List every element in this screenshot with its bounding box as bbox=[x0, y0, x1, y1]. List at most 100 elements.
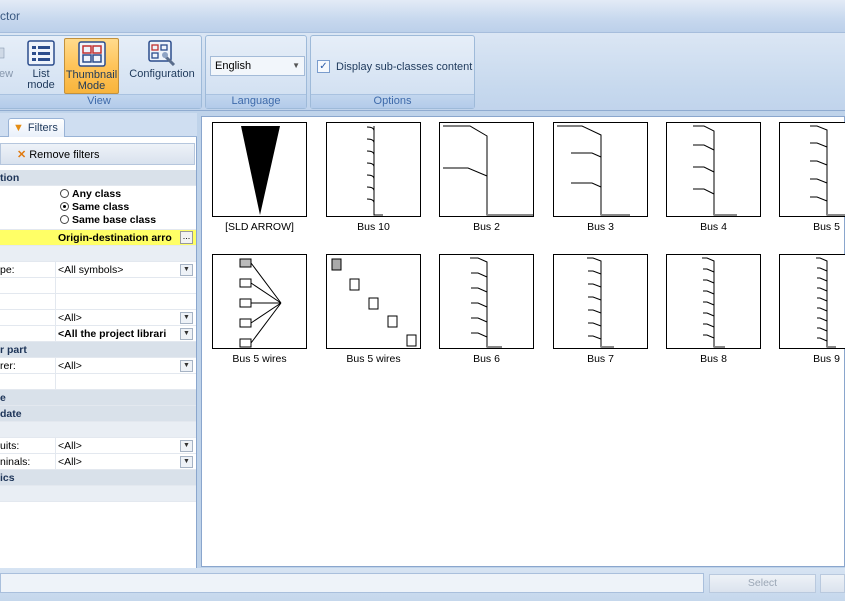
symbol-preview bbox=[212, 122, 307, 217]
blank-row bbox=[0, 486, 196, 502]
language-select[interactable]: English ▼ bbox=[210, 56, 305, 76]
radio-any-class[interactable]: Any class bbox=[0, 188, 196, 201]
thumbnail-item[interactable]: Bus 5 wires bbox=[326, 254, 421, 365]
view-group-label: View bbox=[0, 94, 201, 108]
cancel-button-partial[interactable] bbox=[820, 574, 845, 593]
class-radio-group: Any class Same class Same base class bbox=[0, 186, 196, 230]
symbol-preview bbox=[553, 122, 648, 217]
thumbnail-item[interactable]: Bus 2 bbox=[439, 122, 534, 233]
partial-view-button[interactable]: ew bbox=[0, 38, 15, 94]
thumbnail-label: Bus 8 bbox=[700, 353, 727, 365]
display-subclasses-label: Display sub-classes content bbox=[336, 61, 473, 73]
thumbnail-label: Bus 5 wires bbox=[346, 353, 401, 365]
panel-tabstrip: ▼ Filters bbox=[0, 113, 197, 137]
thumbnail-label: Bus 6 bbox=[473, 353, 500, 365]
chevron-down-icon[interactable]: ▼ bbox=[180, 264, 193, 276]
class-filter-row[interactable]: <All> ▼ bbox=[0, 310, 196, 326]
origin-destination-row[interactable]: Origin-destination arro ... bbox=[0, 230, 196, 246]
thumbnail-item[interactable]: Bus 5 bbox=[779, 122, 845, 233]
select-button[interactable]: Select bbox=[709, 574, 816, 593]
options-group: ✓ Display sub-classes content Options bbox=[310, 35, 475, 109]
radio-button-selected bbox=[60, 202, 69, 211]
language-group-label: Language bbox=[206, 94, 306, 108]
radio-button bbox=[60, 189, 69, 198]
symbol-preview bbox=[666, 122, 761, 217]
language-value: English bbox=[215, 60, 252, 72]
category-row: r part bbox=[0, 342, 196, 358]
thumbnail-label: Bus 5 wires bbox=[232, 353, 287, 365]
filter-grid: tion Any class Same class Same base clas… bbox=[0, 170, 196, 502]
symbol-preview bbox=[439, 254, 534, 349]
type-row[interactable]: pe: <All symbols> ▼ bbox=[0, 262, 196, 278]
filters-panel: ▼ Filters ✕ Remove filters tion Any class … bbox=[0, 113, 197, 568]
symbol-preview bbox=[212, 254, 307, 349]
thumbnail-mode-button[interactable]: Thumbnail Mode bbox=[64, 38, 119, 94]
thumbnail-item[interactable]: Bus 6 bbox=[439, 254, 534, 365]
remove-filters-button[interactable]: ✕ Remove filters bbox=[0, 143, 195, 165]
category-row: date bbox=[0, 406, 196, 422]
list-icon bbox=[27, 40, 55, 66]
chevron-down-icon[interactable]: ▼ bbox=[180, 456, 193, 468]
symbol-preview bbox=[553, 254, 648, 349]
status-field bbox=[0, 573, 704, 593]
chevron-down-icon[interactable]: ▼ bbox=[180, 360, 193, 372]
symbol-preview bbox=[779, 254, 845, 349]
library-row[interactable]: <All the project librari ▼ bbox=[0, 326, 196, 342]
options-group-label: Options bbox=[311, 94, 474, 108]
thumbnail-item[interactable]: Bus 4 bbox=[666, 122, 761, 233]
thumbnail-label: Bus 7 bbox=[587, 353, 614, 365]
window-title: ctor bbox=[0, 9, 21, 23]
ribbon: ew List mode Thumbnail Mode Configuratio… bbox=[0, 33, 845, 111]
funnel-icon: ▼ bbox=[13, 122, 24, 134]
blank-row bbox=[0, 246, 196, 262]
chevron-down-icon[interactable]: ▼ bbox=[180, 440, 193, 452]
view-group: ew List mode Thumbnail Mode Configuratio… bbox=[0, 35, 202, 109]
circuits-row[interactable]: uits: <All> ▼ bbox=[0, 438, 196, 454]
radio-same-base-class[interactable]: Same base class bbox=[0, 214, 196, 227]
thumbnail-label: Bus 4 bbox=[700, 221, 727, 233]
thumbnail-label: Bus 2 bbox=[473, 221, 500, 233]
thumbnail-label: Bus 9 bbox=[813, 353, 840, 365]
tab-filters[interactable]: ▼ Filters bbox=[8, 118, 65, 137]
category-row: tion bbox=[0, 170, 196, 186]
thumbnail-item[interactable]: Bus 9 bbox=[779, 254, 845, 365]
terminals-row[interactable]: ninals: <All> ▼ bbox=[0, 454, 196, 470]
empty-row bbox=[0, 294, 196, 310]
thumbnail-item[interactable]: Bus 10 bbox=[326, 122, 421, 233]
chevron-down-icon[interactable]: ▼ bbox=[180, 328, 193, 340]
remove-filter-icon: ✕ bbox=[17, 149, 27, 161]
thumbnail-item[interactable]: Bus 7 bbox=[553, 254, 648, 365]
blank-row bbox=[0, 422, 196, 438]
symbol-preview bbox=[439, 122, 534, 217]
symbol-preview bbox=[779, 122, 845, 217]
bottom-bar: Select bbox=[0, 568, 845, 601]
configuration-icon bbox=[148, 40, 176, 66]
view-icon bbox=[0, 47, 5, 59]
radio-button bbox=[60, 215, 69, 224]
empty-row bbox=[0, 278, 196, 294]
chevron-down-icon[interactable]: ▼ bbox=[180, 312, 193, 324]
display-subclasses-checkbox[interactable]: ✓ bbox=[317, 60, 330, 73]
thumbnail-item[interactable]: Bus 8 bbox=[666, 254, 761, 365]
thumbnail-icon bbox=[77, 41, 106, 67]
list-mode-button[interactable]: List mode bbox=[23, 38, 59, 94]
thumbnail-view: [SLD ARROW] Bus 10 Bus 2 Bus 3 Bus 4 Bus… bbox=[201, 116, 845, 567]
symbol-preview bbox=[326, 254, 421, 349]
manufacturer-row[interactable]: rer: <All> ▼ bbox=[0, 358, 196, 374]
title-bar: ctor bbox=[0, 0, 845, 33]
thumbnail-item[interactable]: [SLD ARROW] bbox=[212, 122, 307, 233]
thumbnail-label: Bus 3 bbox=[587, 221, 614, 233]
configuration-button[interactable]: Configuration bbox=[125, 38, 199, 94]
chevron-down-icon: ▼ bbox=[292, 61, 300, 70]
language-group: English ▼ Language bbox=[205, 35, 307, 109]
thumbnail-item[interactable]: Bus 3 bbox=[553, 122, 648, 233]
thumbnail-label: Bus 5 bbox=[813, 221, 840, 233]
category-row: ics bbox=[0, 470, 196, 486]
ellipsis-button[interactable]: ... bbox=[180, 231, 193, 244]
radio-same-class[interactable]: Same class bbox=[0, 201, 196, 214]
thumbnail-item[interactable]: Bus 5 wires bbox=[212, 254, 307, 365]
symbol-preview bbox=[326, 122, 421, 217]
thumbnail-label: Bus 10 bbox=[357, 221, 390, 233]
symbol-preview bbox=[666, 254, 761, 349]
empty-row bbox=[0, 374, 196, 390]
